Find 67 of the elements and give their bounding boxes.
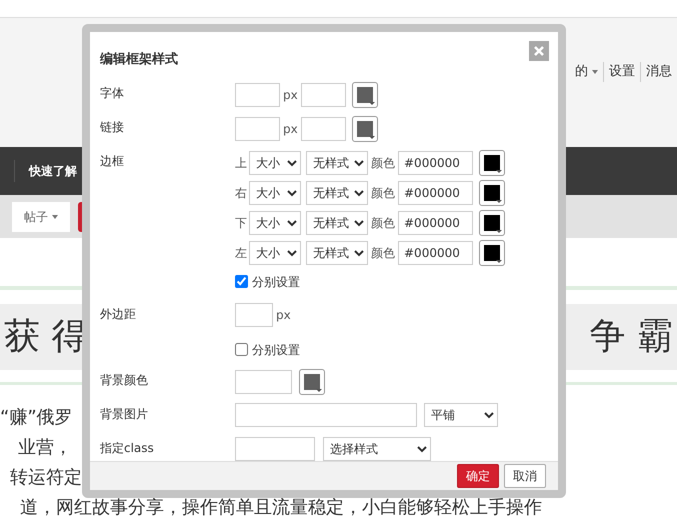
field-label: 字体 [100,84,125,102]
image-url-field[interactable] [235,402,417,426]
select-field[interactable]: 无样式 [306,150,368,174]
color-picker-button[interactable] [479,210,505,236]
select-field[interactable]: 无样式 [306,210,368,234]
select-field[interactable]: 无样式 [306,240,368,264]
field-label: 背景颜色 [100,372,149,388]
unit-label: px [283,86,298,104]
select-field[interactable]: 大小 [249,210,301,234]
field-label: 外边距 [100,306,137,322]
side-label: 右 [235,184,247,202]
checkbox-label: 分别设置 [252,274,300,290]
size-field[interactable] [235,116,280,140]
dialog-title: 编辑框架样式 [100,50,178,69]
body-text: “赚”俄罗 [0,406,73,430]
color-picker-button[interactable] [352,82,378,108]
color-field[interactable]: #000000 [398,150,473,174]
color-label: 颜色 [371,244,395,262]
select-field[interactable]: 大小 [249,180,301,204]
side-label: 上 [235,154,247,172]
unit-label: px [276,306,291,324]
size-field[interactable] [235,82,280,106]
color-label: 颜色 [371,214,395,232]
unit-label: px [283,120,298,138]
cancel-button[interactable]: 取消 [504,464,546,488]
color-field[interactable]: #000000 [398,180,473,204]
select-field[interactable]: 大小 [249,240,301,264]
body-text: 业营， [17,436,72,460]
class-field[interactable] [235,436,315,460]
side-label: 下 [235,214,247,232]
checkbox[interactable] [235,343,248,356]
color-picker-button[interactable] [352,116,378,142]
menu-link[interactable]: 的 [575,62,588,82]
menu-link[interactable]: 消息 [646,62,672,82]
menu-link[interactable]: 设置 [609,62,635,82]
field-label: 指定class [100,440,155,456]
side-label: 左 [235,244,247,262]
select-field[interactable]: 平铺 [424,402,498,426]
margin-field[interactable] [235,302,273,326]
checkbox[interactable] [235,275,248,288]
close-button[interactable] [529,41,549,61]
color-picker-button[interactable] [479,150,505,176]
posts-dropdown[interactable]: 帖子 [12,202,70,232]
select-field[interactable]: 选择样式 [323,436,431,460]
banner-text: 争 霸 [590,315,673,359]
body-text: 转运符定 [9,466,82,490]
field-label: 背景图片 [100,406,149,422]
color-picker-button[interactable] [299,368,325,394]
field-label: 边框 [100,152,125,170]
banner-text: 获 得 [4,315,88,359]
close-icon [533,45,545,57]
color-field[interactable]: #000000 [398,210,473,234]
color-field[interactable]: #000000 [398,240,473,264]
nav-link[interactable]: 快速了解 [29,162,77,180]
color-label: 颜色 [371,184,395,202]
select-field[interactable]: 大小 [249,150,301,174]
color-field[interactable] [300,82,346,106]
color-picker-button[interactable] [479,240,505,266]
checkbox-label: 分别设置 [252,342,300,358]
color-label: 颜色 [371,154,395,172]
color-field[interactable] [235,370,292,394]
confirm-button[interactable]: 确定 [457,464,499,488]
body-text: 道，网红故事分享，操作简单且流量稳定，小白能够轻松上手操作 [19,496,542,520]
color-field[interactable] [300,116,346,140]
color-picker-button[interactable] [479,180,505,206]
field-label: 链接 [100,118,125,136]
select-field[interactable]: 无样式 [306,180,368,204]
